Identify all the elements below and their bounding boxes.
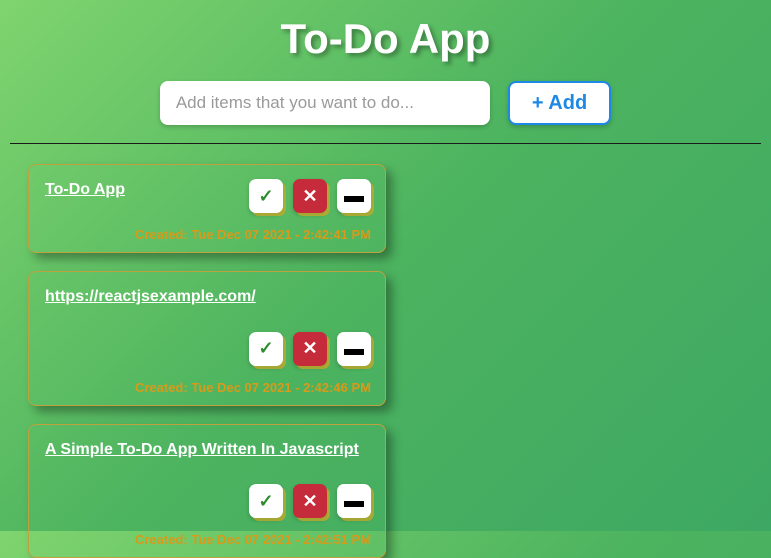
- todo-input[interactable]: [160, 81, 490, 125]
- todo-card: https://reactjsexample.com/ ✓ ✕ ▬ Create…: [28, 271, 386, 406]
- delete-button[interactable]: ✕: [293, 484, 327, 518]
- todo-title: https://reactjsexample.com/: [45, 286, 256, 308]
- complete-button[interactable]: ✓: [249, 332, 283, 366]
- minimize-button[interactable]: ▬: [337, 484, 371, 518]
- minus-icon: ▬: [344, 491, 364, 511]
- delete-button[interactable]: ✕: [293, 179, 327, 213]
- add-button[interactable]: + Add: [508, 81, 611, 125]
- minus-icon: ▬: [344, 339, 364, 359]
- delete-button[interactable]: ✕: [293, 332, 327, 366]
- complete-button[interactable]: ✓: [249, 179, 283, 213]
- check-icon: ✓: [258, 186, 273, 207]
- input-row: + Add: [10, 81, 761, 125]
- minimize-button[interactable]: ▬: [337, 179, 371, 213]
- close-icon: ✕: [302, 491, 317, 512]
- minus-icon: ▬: [344, 186, 364, 206]
- todo-card: A Simple To-Do App Written In Javascript…: [28, 424, 386, 558]
- check-icon: ✓: [258, 338, 273, 359]
- todo-title: A Simple To-Do App Written In Javascript: [45, 439, 359, 461]
- todo-card: To-Do App ✓ ✕ ▬ Created: Tue Dec 07 2021…: [28, 164, 386, 253]
- todo-timestamp: Created: Tue Dec 07 2021 - 2:42:46 PM: [45, 380, 371, 395]
- todo-actions: ✓ ✕ ▬: [249, 332, 371, 366]
- complete-button[interactable]: ✓: [249, 484, 283, 518]
- todo-title: To-Do App: [45, 179, 239, 201]
- close-icon: ✕: [302, 186, 317, 207]
- todo-actions: ✓ ✕ ▬: [249, 484, 371, 518]
- divider: [10, 143, 761, 144]
- minimize-button[interactable]: ▬: [337, 332, 371, 366]
- check-icon: ✓: [258, 491, 273, 512]
- todo-list: To-Do App ✓ ✕ ▬ Created: Tue Dec 07 2021…: [10, 164, 761, 558]
- todo-timestamp: Created: Tue Dec 07 2021 - 2:42:51 PM: [45, 532, 371, 547]
- page-title: To-Do App: [10, 15, 761, 63]
- close-icon: ✕: [302, 338, 317, 359]
- todo-timestamp: Created: Tue Dec 07 2021 - 2:42:41 PM: [45, 227, 371, 242]
- todo-actions: ✓ ✕ ▬: [249, 179, 371, 213]
